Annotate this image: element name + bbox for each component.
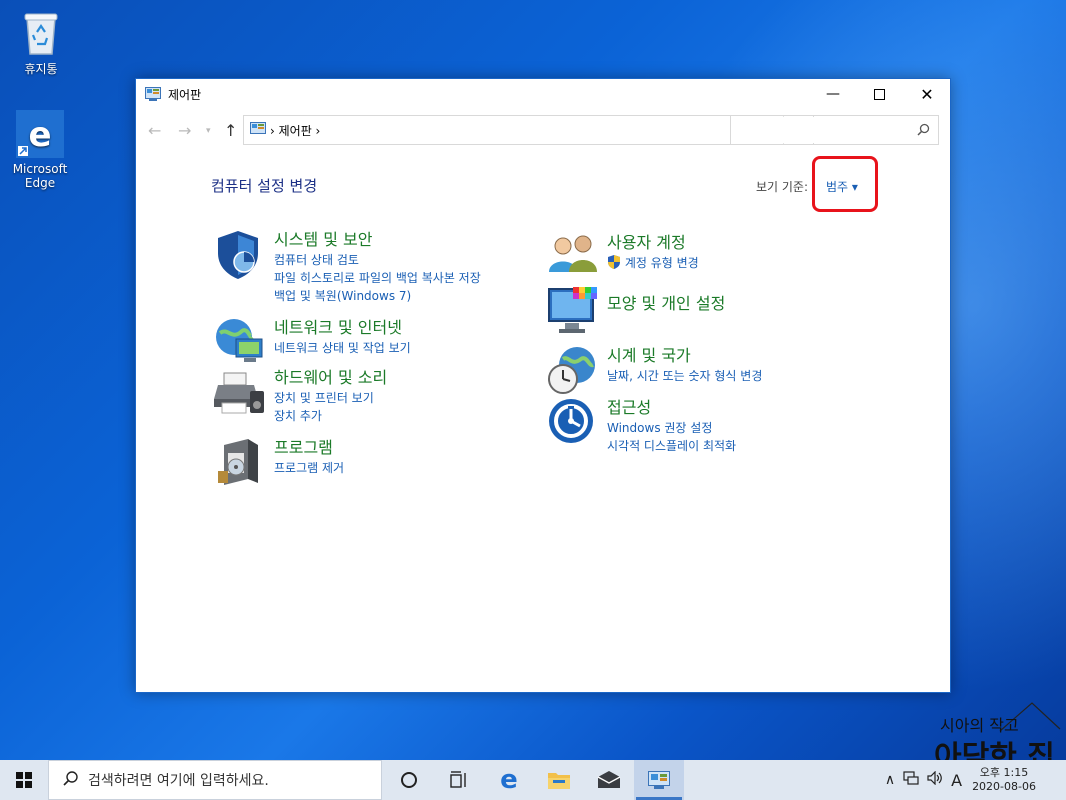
cortana-circle-icon: [401, 772, 417, 788]
ime-indicator[interactable]: A: [951, 771, 962, 790]
navigation-bar: ← → ▾ ↑ › 제어판 › ⌄ ↻: [136, 115, 950, 147]
show-hidden-icons-button[interactable]: ∧: [885, 772, 895, 788]
folder-icon: [548, 773, 570, 789]
taskbar-search-icon: [63, 771, 78, 789]
edge-taskbar-icon: e: [500, 765, 518, 795]
watermark-line1: 시아의 작고: [940, 716, 1019, 735]
control-panel-window: 제어판 — ✕ ← → ▾ ↑ › 제어판 › ⌄ ↻: [135, 78, 951, 693]
desktop-icon-edge[interactable]: e Microsoft Edge: [5, 110, 75, 190]
recycle-bin-label: 휴지통: [24, 62, 58, 76]
uac-shield-icon: [608, 255, 620, 269]
task-view-icon: [450, 771, 466, 788]
view-by-label: 보기 기준:: [756, 180, 809, 194]
category-title-appearance[interactable]: 모양 및 개인 설정: [607, 293, 907, 315]
address-path: › 제어판 ›: [270, 123, 321, 138]
category-title-network-internet[interactable]: 네트워크 및 인터넷: [274, 317, 574, 339]
address-control-panel-icon: [250, 121, 266, 139]
link-network-status[interactable]: 네트워크 상태 및 작업 보기: [274, 339, 574, 357]
clock-date: 2020-08-06: [972, 780, 1036, 793]
link-date-time-format[interactable]: 날짜, 시간 또는 숫자 형식 변경: [607, 367, 907, 385]
minimize-icon: —: [826, 86, 840, 102]
close-icon: ✕: [920, 84, 934, 104]
network-icon[interactable]: [903, 771, 919, 789]
highlight-annotation: [812, 156, 878, 212]
link-change-account-type[interactable]: 계정 유형 변경: [607, 254, 907, 272]
search-input[interactable]: [737, 117, 907, 143]
taskbar-search-box[interactable]: 검색하려면 여기에 입력하세요.: [48, 760, 382, 800]
taskbar-search-placeholder: 검색하려면 여기에 입력하세요.: [88, 773, 269, 789]
category-title-hardware-sound[interactable]: 하드웨어 및 소리: [274, 367, 574, 389]
category-title-clock-region[interactable]: 시계 및 국가: [607, 345, 907, 367]
task-view-button[interactable]: [434, 760, 484, 800]
taskbar-file-explorer[interactable]: [534, 760, 584, 800]
volume-icon[interactable]: [927, 770, 943, 789]
up-button[interactable]: ↑: [224, 121, 237, 140]
link-backup-restore[interactable]: 백업 및 복원(Windows 7): [274, 287, 574, 305]
network-globe-icon: [214, 317, 266, 369]
start-button[interactable]: [0, 760, 48, 800]
svg-text:e: e: [28, 115, 51, 155]
printer-icon: [214, 367, 266, 419]
recycle-bin-icon: [19, 10, 63, 56]
link-add-device[interactable]: 장치 추가: [274, 407, 574, 425]
category-title-programs[interactable]: 프로그램: [274, 437, 574, 459]
title-bar[interactable]: 제어판 — ✕: [136, 79, 950, 109]
address-bar[interactable]: › 제어판 › ⌄ ↻: [243, 115, 814, 145]
clock[interactable]: 오후 1:15 2020-08-06: [972, 766, 1036, 794]
users-icon: [547, 232, 599, 284]
cortana-button[interactable]: [384, 760, 434, 800]
category-title-system-security[interactable]: 시스템 및 보안: [274, 229, 574, 251]
link-change-account-type-label: 계정 유형 변경: [624, 256, 699, 270]
category-title-ease-of-access[interactable]: 접근성: [607, 397, 907, 419]
mail-icon: [597, 771, 621, 788]
close-button[interactable]: ✕: [904, 79, 950, 109]
page-title: 컴퓨터 설정 변경: [211, 177, 318, 195]
link-devices-printers[interactable]: 장치 및 프린터 보기: [274, 389, 574, 407]
windows-logo-icon: [16, 772, 32, 788]
taskbar-edge[interactable]: e: [484, 760, 534, 800]
ease-of-access-icon: [547, 397, 599, 449]
taskbar: 검색하려면 여기에 입력하세요. e ∧ A 오후 1:15 2020-08-0…: [0, 760, 1066, 800]
link-optimize-visual-display[interactable]: 시각적 디스플레이 최적화: [607, 437, 907, 455]
category-title-user-accounts[interactable]: 사용자 계정: [607, 232, 907, 254]
system-tray: ∧ A 오후 1:15 2020-08-06: [881, 760, 1066, 800]
edge-label: Microsoft Edge: [12, 162, 68, 190]
maximize-icon: [873, 88, 885, 100]
link-uninstall-program[interactable]: 프로그램 제거: [274, 459, 574, 477]
taskbar-mail[interactable]: [584, 760, 634, 800]
program-box-icon: [214, 437, 266, 489]
maximize-button[interactable]: [856, 79, 902, 109]
control-panel-taskbar-icon: [648, 771, 670, 789]
link-windows-recommended-settings[interactable]: Windows 권장 설정: [607, 419, 907, 437]
link-review-status[interactable]: 컴퓨터 상태 검토: [274, 251, 574, 269]
recent-locations-button[interactable]: ▾: [206, 126, 211, 136]
desktop-icon-recycle-bin[interactable]: 휴지통: [6, 10, 76, 77]
clock-time: 오후 1:15: [979, 766, 1029, 779]
minimize-button[interactable]: —: [810, 79, 856, 109]
monitor-palette-icon: [547, 285, 599, 337]
control-panel-icon: [145, 87, 161, 104]
back-button[interactable]: ←: [148, 121, 161, 140]
taskbar-control-panel[interactable]: [634, 760, 684, 800]
forward-button[interactable]: →: [178, 121, 191, 140]
window-title: 제어판: [168, 88, 202, 102]
link-file-history[interactable]: 파일 히스토리로 파일의 백업 복사본 저장: [274, 269, 574, 287]
edge-icon: e: [16, 110, 64, 158]
search-icon[interactable]: [917, 123, 930, 139]
shield-icon: [214, 229, 266, 281]
clock-globe-icon: [547, 345, 599, 397]
search-box[interactable]: [730, 115, 939, 145]
